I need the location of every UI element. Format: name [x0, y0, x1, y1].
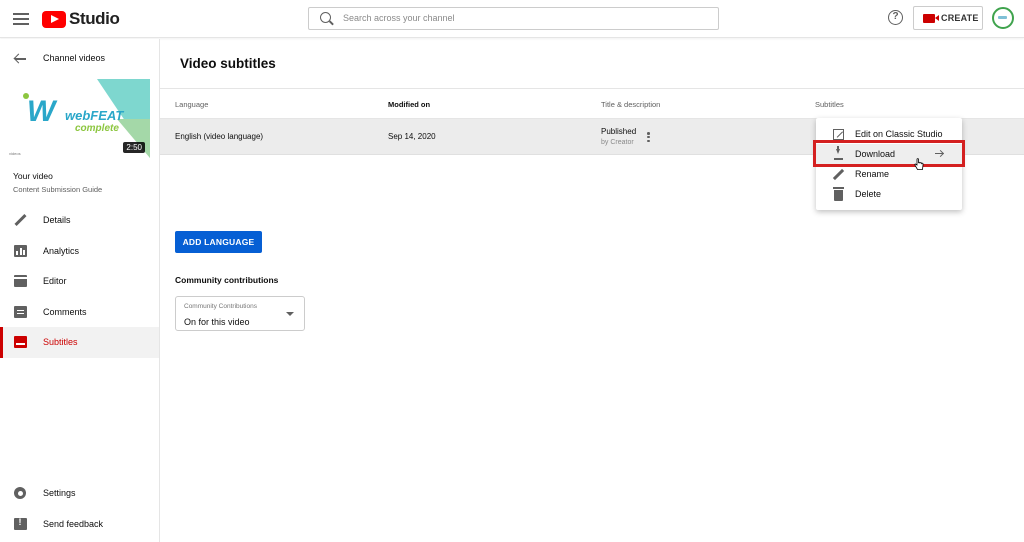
search-icon	[320, 12, 331, 23]
community-contributions-select[interactable]: Community Contributions On for this vide…	[175, 296, 305, 331]
trash-icon	[833, 187, 844, 201]
video-subtitle: Content Submission Guide	[13, 185, 103, 194]
column-header-title: Title & description	[601, 100, 661, 109]
video-title: Your video	[13, 171, 53, 181]
back-label: Channel videos	[43, 53, 106, 63]
youtube-play-icon	[42, 10, 66, 28]
logo-glyph: W	[27, 95, 56, 128]
video-thumbnail[interactable]: W webFEAT complete videos 2:50	[9, 79, 150, 158]
search-placeholder: Search across your channel	[343, 13, 455, 23]
select-label: Community Contributions	[184, 303, 257, 310]
logo-text: Studio	[69, 9, 120, 28]
download-highlight-box	[813, 140, 965, 167]
sidebar-nav: Details Analytics Editor Comments Subtit…	[0, 205, 159, 358]
thumbnail-tiny-text: videos	[9, 151, 21, 156]
sidebar-item-analytics[interactable]: Analytics	[0, 236, 159, 267]
back-to-channel-videos[interactable]: Channel videos	[0, 51, 159, 67]
hand-cursor-icon	[914, 158, 924, 170]
row-author: by Creator	[601, 139, 634, 146]
avatar[interactable]	[992, 7, 1014, 29]
thumbnail-brand-sub: complete	[75, 123, 119, 134]
more-options-icon[interactable]	[647, 132, 650, 143]
menu-item-label: Rename	[855, 169, 890, 179]
analytics-icon	[14, 244, 27, 257]
top-bar: Studio Search across your channel ? CREA…	[0, 0, 1024, 38]
subtitles-icon	[14, 336, 27, 348]
add-language-button[interactable]: ADD LANGUAGE	[175, 231, 262, 253]
menu-item-rename[interactable]: Rename	[816, 164, 962, 184]
sidebar-bottom-nav: Settings Send feedback	[0, 478, 159, 539]
sidebar-item-settings[interactable]: Settings	[0, 478, 159, 509]
sidebar-item-feedback[interactable]: Send feedback	[0, 509, 159, 540]
column-header-subtitles: Subtitles	[815, 100, 844, 109]
gear-icon	[14, 487, 26, 499]
hamburger-menu-icon[interactable]	[12, 10, 30, 28]
video-camera-icon	[923, 13, 939, 23]
sidebar-item-label: Subtitles	[43, 337, 78, 347]
table-header: Language Modified on Title & description…	[160, 88, 1024, 119]
community-contributions-title: Community contributions	[175, 275, 279, 285]
sidebar-item-details[interactable]: Details	[0, 205, 159, 236]
sidebar-item-label: Send feedback	[43, 518, 104, 529]
pencil-icon	[833, 169, 844, 180]
column-header-modified[interactable]: Modified on	[388, 100, 430, 109]
row-status: Published	[601, 127, 637, 136]
pencil-icon	[14, 214, 27, 226]
sidebar-item-subtitles[interactable]: Subtitles	[0, 327, 159, 358]
menu-item-delete[interactable]: Delete	[816, 184, 962, 204]
create-label: CREATE	[941, 13, 979, 23]
comments-icon	[14, 305, 27, 318]
open-external-icon	[833, 129, 844, 140]
search-input[interactable]: Search across your channel	[308, 7, 719, 30]
select-value: On for this video	[184, 317, 250, 327]
studio-logo[interactable]: Studio	[42, 9, 120, 29]
sidebar-item-label: Editor	[43, 276, 67, 286]
feedback-icon	[14, 517, 27, 530]
editor-icon	[14, 275, 27, 287]
sidebar-item-label: Comments	[43, 306, 87, 317]
sidebar-item-label: Settings	[43, 488, 76, 498]
chevron-down-icon	[286, 312, 294, 316]
sidebar-item-editor[interactable]: Editor	[0, 266, 159, 297]
sidebar: Channel videos W webFEAT complete videos…	[0, 39, 160, 542]
row-modified: Sep 14, 2020	[388, 132, 436, 141]
menu-item-label: Delete	[855, 189, 882, 199]
sidebar-item-comments[interactable]: Comments	[0, 297, 159, 328]
help-icon[interactable]: ?	[888, 10, 903, 25]
duration-badge: 2:50	[123, 142, 145, 153]
create-button[interactable]: CREATE	[913, 6, 983, 30]
column-header-language: Language	[175, 100, 209, 109]
row-language: English (video language)	[175, 132, 264, 141]
page-title: Video subtitles	[180, 56, 276, 71]
sidebar-item-label: Analytics	[43, 245, 80, 256]
back-arrow-icon	[14, 54, 26, 64]
menu-item-label: Edit on Classic Studio	[855, 129, 943, 139]
sidebar-item-label: Details	[43, 215, 71, 225]
thumbnail-brand: webFEAT	[65, 108, 124, 123]
